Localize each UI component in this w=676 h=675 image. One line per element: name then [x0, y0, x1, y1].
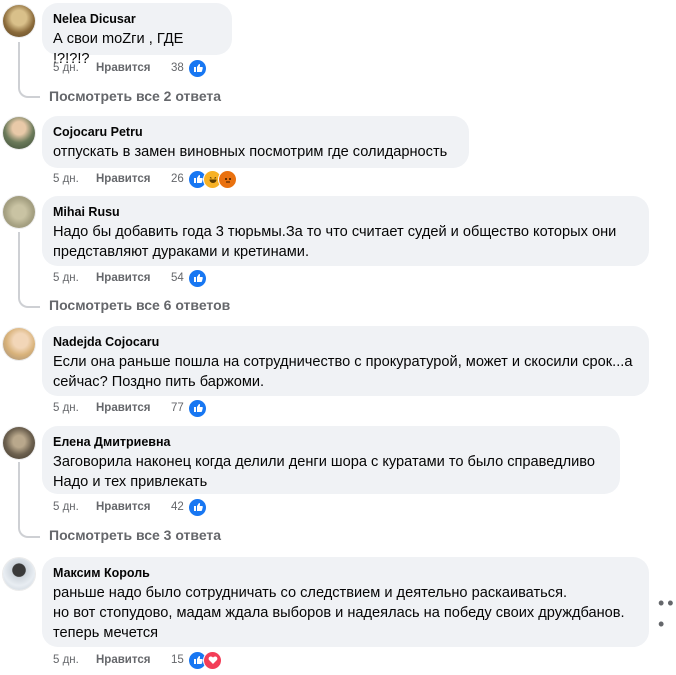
comment-time[interactable]: 5 дн.	[53, 173, 96, 185]
like-button[interactable]: Нравится	[96, 62, 150, 74]
comment-meta: 5 дн. Нравится 54	[53, 268, 213, 288]
like-button[interactable]: Нравится	[96, 501, 150, 513]
reaction-count[interactable]: 15	[171, 654, 184, 666]
comment-author[interactable]: Елена Дмитриевна	[53, 434, 608, 450]
like-icon	[188, 268, 207, 288]
comment-meta: 5 дн. Нравится 77	[53, 398, 213, 418]
thread-line	[18, 462, 40, 538]
angry-icon	[218, 169, 237, 189]
comment-time[interactable]: 5 дн.	[53, 501, 96, 513]
comment-bubble: Максим Король раньше надо было сотруднич…	[42, 557, 649, 647]
comment-time[interactable]: 5 дн.	[53, 402, 96, 414]
comment-text: Если она раньше пошла на сотрудничество …	[53, 354, 633, 390]
comment-author[interactable]: Nelea Dicusar	[53, 11, 220, 27]
more-options-icon[interactable]: • • •	[658, 593, 676, 635]
avatar[interactable]	[3, 5, 35, 37]
like-button[interactable]: Нравится	[96, 272, 150, 284]
comment-text: Заговорила наконец когда делили денги шо…	[53, 454, 595, 490]
like-button[interactable]: Нравится	[96, 654, 150, 666]
comment-time[interactable]: 5 дн.	[53, 272, 96, 284]
reactions[interactable]	[188, 169, 237, 189]
view-replies-link[interactable]: Посмотреть все 6 ответов	[49, 297, 230, 313]
reaction-count[interactable]: 42	[171, 501, 184, 513]
avatar[interactable]	[3, 196, 35, 228]
comment-author[interactable]: Cojocaru Petru	[53, 124, 457, 140]
comment-author[interactable]: Максим Король	[53, 565, 637, 581]
reactions[interactable]	[188, 58, 207, 78]
thread-line	[18, 232, 40, 308]
comment-bubble: Nadejda Cojocaru Если она раньше пошла н…	[42, 326, 649, 396]
like-icon	[188, 398, 207, 418]
comment-bubble: Mihai Rusu Надо бы добавить года 3 тюрьм…	[42, 196, 649, 266]
like-button[interactable]: Нравится	[96, 402, 150, 414]
view-replies-link[interactable]: Посмотреть все 2 ответа	[49, 88, 221, 104]
love-icon	[203, 650, 222, 670]
comment-bubble: Nelea Dicusar А свои moZги , ГДЕ !?!?!?	[42, 3, 232, 67]
reaction-count[interactable]: 77	[171, 402, 184, 414]
comment-text: раньше надо было сотрудничать со следств…	[53, 585, 625, 641]
avatar[interactable]	[3, 427, 35, 459]
comment-meta: 5 дн. Нравится 38	[53, 58, 213, 78]
avatar[interactable]	[3, 117, 35, 149]
reaction-count[interactable]: 26	[171, 173, 184, 185]
comment-meta: 5 дн. Нравится 42	[53, 497, 213, 517]
reactions[interactable]	[188, 650, 222, 670]
comment-author[interactable]: Nadejda Cojocaru	[53, 334, 637, 350]
comment-text: отпускать в замен виновных посмотрим где…	[53, 144, 448, 160]
like-button[interactable]: Нравится	[96, 173, 150, 185]
comment-text: Надо бы добавить года 3 тюрьмы.За то что…	[53, 224, 617, 260]
comment-bubble: Елена Дмитриевна Заговорила наконец когд…	[42, 426, 620, 494]
avatar[interactable]	[3, 328, 35, 360]
comment-time[interactable]: 5 дн.	[53, 62, 96, 74]
reaction-count[interactable]: 38	[171, 62, 184, 74]
reactions[interactable]	[188, 268, 207, 288]
reactions[interactable]	[188, 398, 207, 418]
reactions[interactable]	[188, 497, 207, 517]
thread-line	[18, 42, 40, 98]
comment-author[interactable]: Mihai Rusu	[53, 204, 637, 220]
reaction-count[interactable]: 54	[171, 272, 184, 284]
comment-meta: 5 дн. Нравится 26	[53, 169, 253, 189]
avatar[interactable]	[3, 558, 35, 590]
like-icon	[188, 497, 207, 517]
view-replies-link[interactable]: Посмотреть все 3 ответа	[49, 527, 221, 543]
like-icon	[188, 58, 207, 78]
comment-meta: 5 дн. Нравится 15	[53, 650, 233, 670]
comment-bubble: Cojocaru Petru отпускать в замен виновны…	[42, 116, 469, 168]
comment-time[interactable]: 5 дн.	[53, 654, 96, 666]
